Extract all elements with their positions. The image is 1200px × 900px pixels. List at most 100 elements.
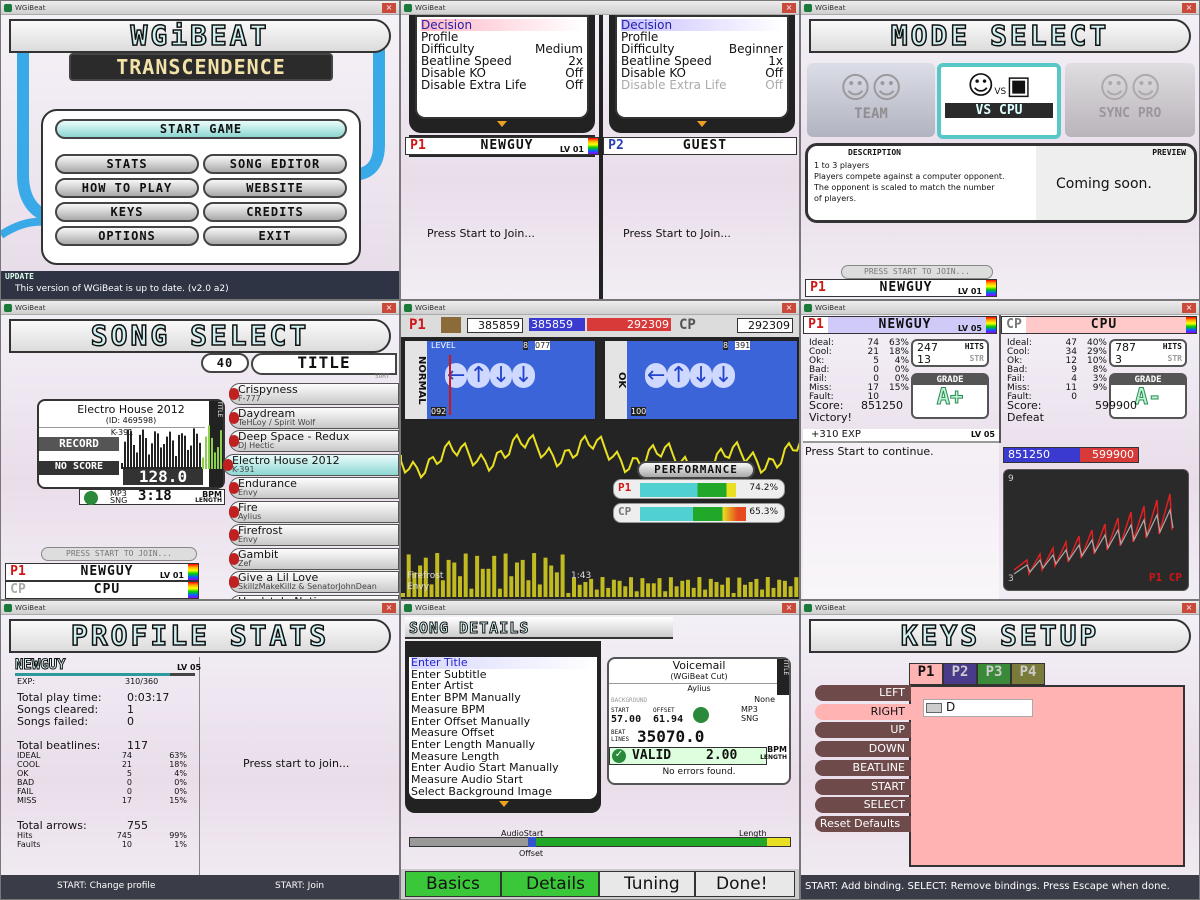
mode-label: TEAM — [854, 106, 888, 122]
spectrum-bar — [475, 555, 480, 597]
waveform-bar — [142, 429, 144, 469]
details-menu-item[interactable]: Measure BPM — [411, 704, 597, 716]
cpu-hits-box: 787 HITS 3 STR — [1109, 339, 1187, 367]
waveform-bar — [124, 441, 126, 469]
app-icon — [4, 4, 12, 12]
tab-p2[interactable]: P2 — [943, 663, 977, 685]
close-icon[interactable]: × — [782, 303, 796, 313]
tab-p4[interactable]: P4 — [1011, 663, 1045, 685]
sort-mode-button[interactable]: TITLE — [251, 353, 397, 375]
waveform-bar — [169, 431, 171, 469]
close-icon[interactable]: × — [1182, 3, 1196, 13]
reset-defaults-button[interactable]: Reset Defaults — [815, 815, 911, 832]
p1-performance-meter[interactable]: P1 74.2% — [613, 479, 785, 499]
close-icon[interactable]: × — [1182, 303, 1196, 313]
action-start[interactable]: START — [815, 778, 911, 795]
window-title: WGiBeat — [415, 4, 446, 12]
song-list-item[interactable]: Crispyness F-777 — [229, 383, 399, 405]
cpu-beatline-counter: 100 — [631, 407, 647, 416]
details-menu-item[interactable]: Select Background Image — [411, 786, 597, 798]
description-line: Players compete against a computer oppon… — [814, 172, 1005, 181]
waveform-bar — [205, 436, 207, 469]
player-level: LV 01 — [159, 571, 184, 580]
description-box: DESCRIPTION PREVIEW 1 to 3 players Playe… — [805, 143, 1197, 223]
spectrum-bar — [611, 579, 616, 597]
credits-button[interactable]: CREDITS — [203, 202, 347, 222]
options-button[interactable]: OPTIONS — [55, 226, 199, 246]
p1-name-badge: P1 NEWGUY LV 01 — [405, 137, 599, 155]
song-list-item[interactable]: Give a Lil Love SkillzMakeKillz & Senator… — [229, 571, 399, 593]
close-icon[interactable]: × — [382, 3, 396, 13]
details-menu-item[interactable]: Measure Audio Start — [411, 774, 597, 786]
close-icon[interactable]: × — [382, 603, 396, 613]
action-up[interactable]: UP — [815, 722, 911, 739]
p1-option-row[interactable]: Disable Extra Life Off — [421, 79, 583, 91]
tab-tuning[interactable]: Tuning — [599, 871, 695, 897]
song-list-item[interactable]: Electro House 2012 K-391 — [223, 453, 399, 476]
close-icon[interactable]: × — [782, 3, 796, 13]
tab-p1[interactable]: P1 — [909, 663, 943, 685]
song-editor-button[interactable]: SONG EDITOR — [203, 154, 347, 174]
waveform-bar — [202, 457, 204, 469]
action-select[interactable]: SELECT — [815, 797, 911, 814]
scroll-down-icon[interactable] — [499, 801, 509, 807]
start-game-button[interactable]: START GAME — [55, 119, 347, 139]
mode-vs-cpu[interactable]: ☺VS▣ VS CPU — [937, 63, 1061, 139]
song-length: 2.00 — [706, 748, 738, 763]
song-timeline[interactable] — [409, 837, 791, 847]
timeline-handle[interactable] — [528, 837, 536, 847]
scroll-down-icon[interactable] — [497, 121, 507, 127]
tab-details[interactable]: Details — [501, 871, 599, 897]
preview-text: Coming soon. — [1056, 176, 1152, 192]
mode-label: VS CPU — [945, 103, 1053, 118]
close-icon[interactable]: × — [782, 603, 796, 613]
song-list-item[interactable]: Daydream TeHLoy / Spirit Wolf — [229, 406, 399, 429]
p1-continue-area — [803, 443, 999, 599]
waveform-bar — [130, 431, 132, 469]
mode-sync-pro[interactable]: ☺☺ SYNC PRO — [1065, 63, 1195, 137]
how-to-play-button[interactable]: HOW TO PLAY — [55, 178, 199, 198]
details-menu-item[interactable]: Enter Length Manually — [411, 739, 597, 751]
close-icon[interactable]: × — [1182, 603, 1196, 613]
details-menu-item[interactable]: Enter Title — [411, 657, 597, 669]
cpu-performance-meter[interactable]: CP 65.3% — [613, 503, 785, 523]
main-menu-panel: WGiBeat × WGiBEAT TRANSCENDENCE START GAM… — [0, 0, 400, 300]
tab-done[interactable]: Done! — [695, 871, 795, 897]
window-titlebar: WGiBeat × — [401, 301, 799, 315]
keys-button[interactable]: KEYS — [55, 202, 199, 222]
action-beatline[interactable]: BEATLINE — [815, 759, 911, 776]
exit-button[interactable]: EXIT — [203, 226, 347, 246]
judgement-count: 0 — [126, 778, 132, 787]
website-button[interactable]: WEBSITE — [203, 178, 347, 198]
stats-button[interactable]: STATS — [55, 154, 199, 174]
footer-hint: START: Join — [275, 881, 325, 891]
tab-basics[interactable]: Basics — [405, 871, 501, 897]
app-icon — [4, 304, 12, 312]
song-list-item[interactable]: Gambit Zef — [229, 547, 399, 570]
song-list-item[interactable]: Deep Space - Redux DJ Hectic — [229, 430, 399, 452]
p1-streak: 077 — [535, 341, 551, 350]
app-icon — [804, 4, 812, 12]
page-title: MODE SELECT — [809, 19, 1191, 53]
p2-option-row[interactable]: Disable Extra Life Off — [621, 79, 783, 91]
exp-progress — [15, 673, 195, 676]
description-line: The opponent is scaled to match the numb… — [814, 183, 995, 192]
song-list-item[interactable]: Endurance Envy — [229, 477, 399, 499]
score-compare-bar: 851250 599900 — [1003, 447, 1139, 463]
close-icon[interactable]: × — [382, 303, 396, 313]
scroll-down-icon[interactable] — [697, 121, 707, 127]
key-binding-chip[interactable]: D — [923, 699, 1033, 717]
p1-difficulty: NORMAL — [405, 341, 427, 419]
app-icon — [404, 4, 412, 12]
song-list-item[interactable]: Firefrost Envy — [229, 524, 399, 546]
rainbow-strip — [588, 138, 598, 154]
judgement-pct: 99% — [169, 831, 187, 840]
mode-team[interactable]: ☺☺ TEAM — [807, 63, 935, 137]
action-left[interactable]: LEFT — [815, 685, 911, 701]
p2-join-prompt: Press start to join... — [243, 757, 350, 770]
tab-p3[interactable]: P3 — [977, 663, 1011, 685]
action-right[interactable]: RIGHT — [815, 703, 911, 720]
song-list-item[interactable]: Fire Aylius — [229, 500, 399, 523]
song-list-title: Daydream — [238, 406, 296, 420]
action-down[interactable]: DOWN — [815, 741, 911, 758]
